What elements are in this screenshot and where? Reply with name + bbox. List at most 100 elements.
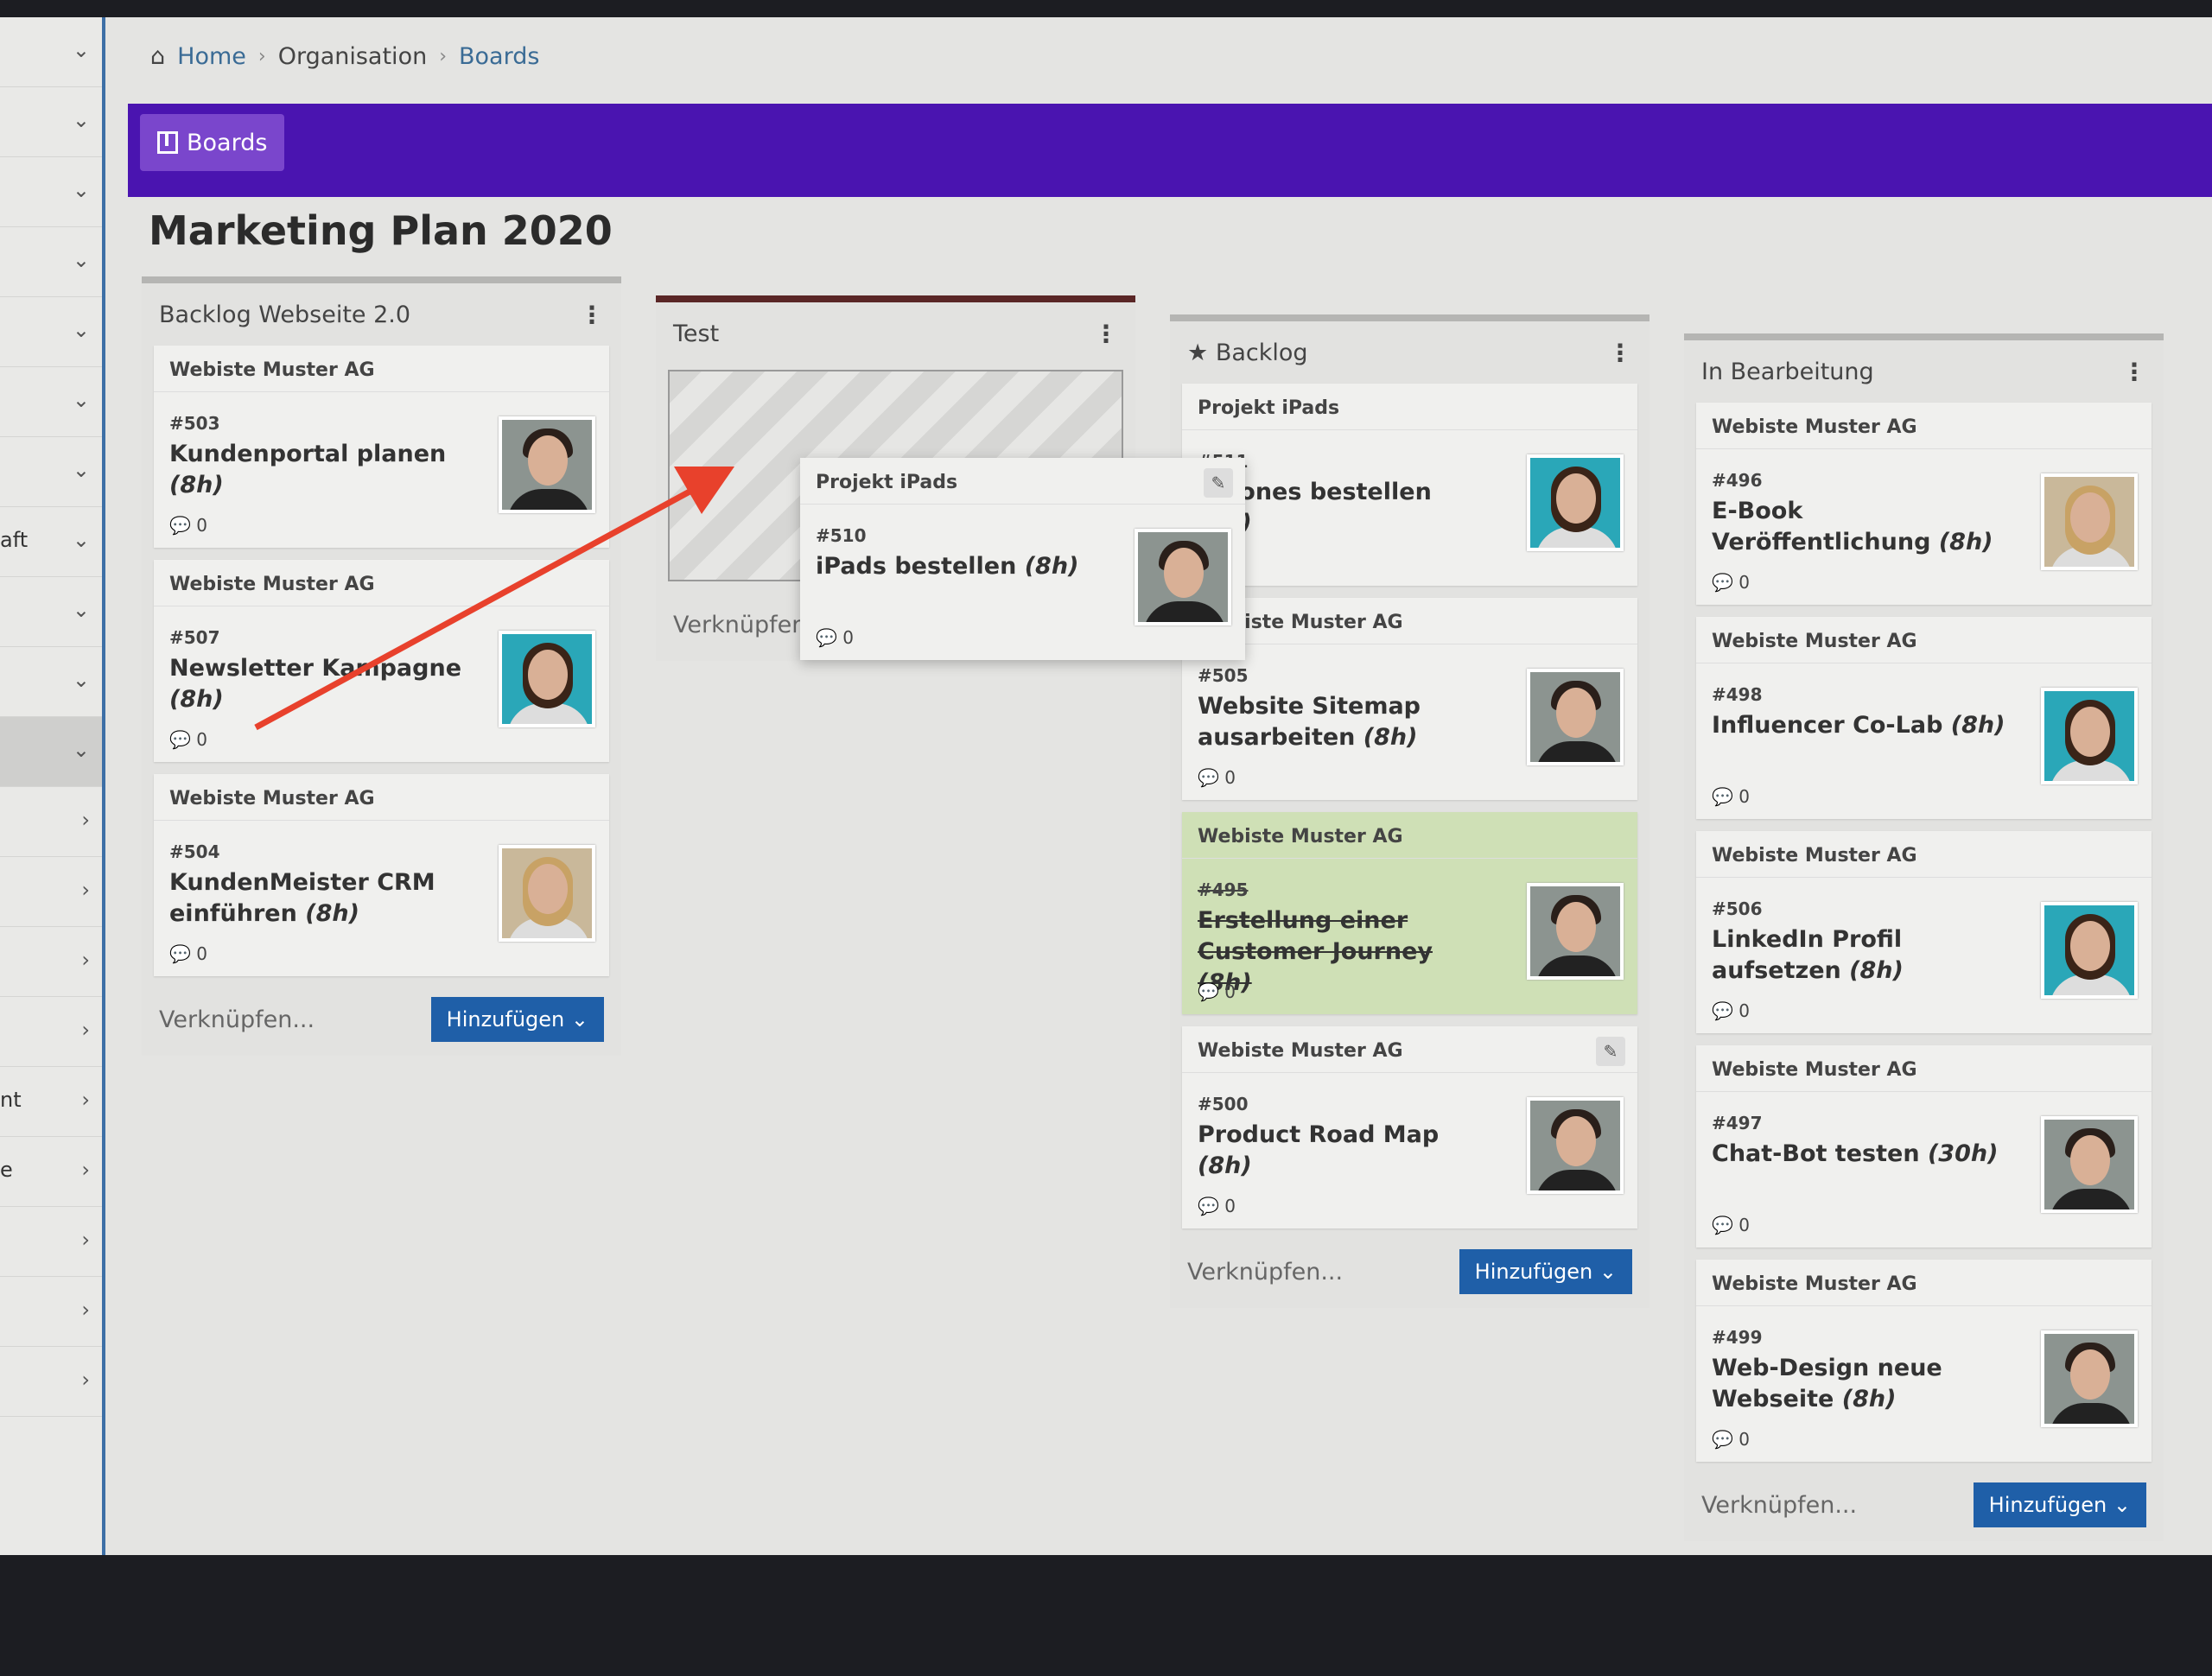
chevron-down-icon: ⌄ bbox=[72, 598, 90, 622]
task-card[interactable]: Webiste Muster AG #497 Chat-Bot testen (… bbox=[1696, 1045, 2152, 1247]
link-input[interactable]: Verknüpfen... bbox=[159, 1006, 384, 1033]
task-card[interactable]: Webiste Muster AG #506 LinkedIn Profil a… bbox=[1696, 831, 2152, 1033]
sidebar-item[interactable]: ⌄ bbox=[0, 227, 102, 297]
task-card[interactable]: Projekt iPads #511 iPhones bestellen (8h… bbox=[1182, 384, 1637, 586]
comment-count: 💬 0 bbox=[816, 627, 854, 648]
card-project: Webiste Muster AG bbox=[154, 774, 609, 821]
card-title: LinkedIn Profil aufsetzen (8h) bbox=[1712, 926, 1904, 984]
comment-count: 💬 0 bbox=[169, 515, 207, 536]
pencil-icon[interactable]: ✎ bbox=[1204, 468, 1233, 498]
avatar bbox=[499, 416, 595, 513]
dragging-card[interactable]: Projekt iPads ✎ #510 iPads bestellen (8h… bbox=[800, 458, 1245, 660]
sidebar-item[interactable]: ⌄ bbox=[0, 717, 102, 787]
chevron-down-icon: ⌄ bbox=[72, 528, 90, 552]
card-project: Webiste Muster AG bbox=[154, 560, 609, 606]
sidebar-item[interactable]: ⌄ bbox=[0, 17, 102, 87]
card-title: Chat-Bot testen (30h) bbox=[1712, 1140, 1999, 1167]
add-button[interactable]: Hinzufügen ⌄ bbox=[1459, 1249, 1632, 1294]
sidebar-item[interactable]: ⌄ bbox=[0, 577, 102, 647]
card-hours: (8h) bbox=[1841, 1386, 1897, 1413]
comment-icon: 💬 bbox=[1712, 1429, 1733, 1450]
avatar bbox=[1527, 1097, 1624, 1194]
card-hours: (8h) bbox=[1938, 529, 1993, 555]
task-card[interactable]: Webiste Muster AG #503 Kundenportal plan… bbox=[154, 346, 609, 548]
sidebar-item[interactable]: ⌄ bbox=[0, 437, 102, 507]
sidebar-item[interactable]: e › bbox=[0, 1137, 102, 1207]
sidebar-item[interactable]: ⌄ bbox=[0, 157, 102, 227]
card-hours: (8h) bbox=[1950, 712, 2005, 739]
sidebar-item[interactable]: aft ⌄ bbox=[0, 507, 102, 577]
sidebar-item[interactable]: › bbox=[0, 857, 102, 927]
breadcrumb-organisation[interactable]: Organisation bbox=[278, 43, 428, 70]
comment-count: 💬 0 bbox=[1198, 981, 1236, 1002]
task-card[interactable]: Webiste Muster AG #507 Newsletter Kampag… bbox=[154, 560, 609, 762]
board-column: Backlog Webseite 2.0 ⋮ Webiste Muster AG #… bbox=[142, 276, 621, 1056]
card-title: E-Book Veröffentlichung (8h) bbox=[1712, 498, 1993, 555]
comment-icon: 💬 bbox=[169, 729, 191, 750]
card-title: iPads bestellen (8h) bbox=[816, 553, 1079, 580]
task-card[interactable]: Webiste Muster AG #505 Website Sitemap a… bbox=[1182, 598, 1637, 800]
sidebar-item-label: nt bbox=[0, 1088, 22, 1112]
task-card[interactable]: Webiste Muster AG #504 KundenMeister CRM… bbox=[154, 774, 609, 976]
boards-tab[interactable]: Boards bbox=[140, 114, 285, 171]
card-hours: (30h) bbox=[1927, 1140, 1999, 1167]
sidebar-item[interactable]: ⌄ bbox=[0, 367, 102, 437]
comment-icon: 💬 bbox=[1198, 981, 1219, 1002]
sidebar-item[interactable]: › bbox=[0, 1207, 102, 1277]
sidebar-item[interactable]: › bbox=[0, 997, 102, 1067]
avatar bbox=[1527, 669, 1624, 765]
sidebar-item[interactable]: › bbox=[0, 927, 102, 997]
add-button[interactable]: Hinzufügen ⌄ bbox=[430, 997, 604, 1042]
comment-icon: 💬 bbox=[169, 943, 191, 964]
comment-count: 💬 0 bbox=[1712, 786, 1750, 807]
avatar bbox=[2041, 1330, 2138, 1427]
task-card[interactable]: Webiste Muster AG #495 Erstellung einer … bbox=[1182, 812, 1637, 1014]
sidebar-item[interactable]: ⌄ bbox=[0, 87, 102, 157]
avatar bbox=[2041, 473, 2138, 570]
task-card[interactable]: Webiste Muster AG #498 Influencer Co-Lab… bbox=[1696, 617, 2152, 819]
breadcrumb-home[interactable]: Home bbox=[177, 43, 246, 70]
chevron-down-icon: ⌄ bbox=[72, 388, 90, 412]
comment-count: 💬 0 bbox=[169, 729, 207, 750]
link-input[interactable]: Verknüpfen... bbox=[1187, 1259, 1412, 1286]
avatar bbox=[499, 845, 595, 942]
task-card[interactable]: Webiste Muster AG #496 E-Book Veröffentl… bbox=[1696, 403, 2152, 605]
sidebar-item[interactable]: ⌄ bbox=[0, 647, 102, 717]
chevron-right-icon: › bbox=[81, 1088, 90, 1112]
column-menu-icon[interactable]: ⋮ bbox=[1094, 320, 1118, 348]
column-menu-icon[interactable]: ⋮ bbox=[2122, 358, 2146, 386]
board-icon bbox=[157, 131, 178, 154]
task-card[interactable]: Webiste Muster AG ✎ #500 Product Road Ma… bbox=[1182, 1026, 1637, 1228]
sidebar-item[interactable]: ⌄ bbox=[0, 297, 102, 367]
card-hours: (8h) bbox=[1363, 724, 1418, 751]
comment-icon: 💬 bbox=[1712, 1000, 1733, 1021]
link-input[interactable]: Verknüpfen... bbox=[1701, 1492, 1926, 1519]
comment-count: 💬 0 bbox=[169, 943, 207, 964]
sidebar-item[interactable]: › bbox=[0, 1277, 102, 1347]
sidebar-item[interactable]: › bbox=[0, 787, 102, 857]
comment-icon: 💬 bbox=[169, 515, 191, 536]
screen: ⌄ ⌄ ⌄ ⌄ ⌄ ⌄ ⌄ aft ⌄ ⌄ ⌄ ⌄ › › › › nt › e › › › › ⌂ Home › Orga… bbox=[0, 17, 2212, 1555]
chevron-down-icon: ⌄ bbox=[72, 38, 90, 62]
pencil-icon[interactable]: ✎ bbox=[1596, 1037, 1625, 1066]
comment-icon: 💬 bbox=[1712, 1215, 1733, 1235]
sidebar-item[interactable]: › bbox=[0, 1347, 102, 1417]
column-menu-icon[interactable]: ⋮ bbox=[1608, 339, 1632, 367]
card-title: Newsletter Kampagne (8h) bbox=[169, 655, 462, 713]
task-card[interactable]: Webiste Muster AG #499 Web-Design neue W… bbox=[1696, 1260, 2152, 1462]
chevron-right-icon: › bbox=[81, 1368, 90, 1392]
sidebar-item-label: aft bbox=[0, 528, 29, 552]
card-project: Webiste Muster AG bbox=[1182, 598, 1637, 644]
card-hours: (8h) bbox=[1849, 957, 1904, 984]
main: ⌂ Home › Organisation › Boards Boards Ma… bbox=[109, 17, 2212, 1555]
chevron-down-icon: ⌄ bbox=[72, 458, 90, 482]
add-button[interactable]: Hinzufügen ⌄ bbox=[1973, 1482, 2146, 1527]
comment-count: 💬 0 bbox=[1198, 767, 1236, 788]
card-project: Webiste Muster AG bbox=[1182, 1026, 1637, 1073]
chevron-right-icon: › bbox=[81, 1018, 90, 1042]
sidebar-item[interactable]: nt › bbox=[0, 1067, 102, 1137]
breadcrumb-boards[interactable]: Boards bbox=[459, 43, 539, 70]
column-title: Backlog Webseite 2.0 bbox=[159, 301, 411, 328]
column-menu-icon[interactable]: ⋮ bbox=[580, 301, 604, 329]
home-icon[interactable]: ⌂ bbox=[150, 43, 165, 70]
